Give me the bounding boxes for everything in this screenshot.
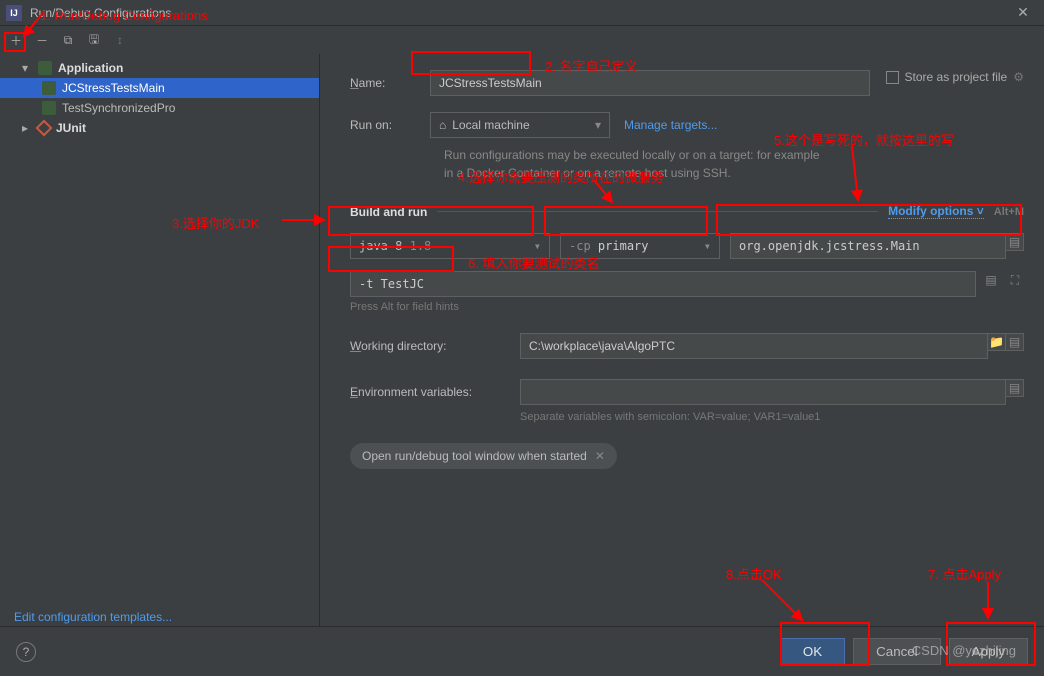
build-run-header: Build and run Modify options ˅ Alt+M — [350, 204, 1024, 219]
sort-icon[interactable]: ↕ — [112, 32, 128, 48]
footer: ? OK Cancel Apply — [0, 626, 1044, 676]
wd-label: Working directory: — [350, 339, 500, 353]
application-icon — [38, 61, 52, 75]
junit-icon — [36, 120, 53, 137]
titlebar: IJ Run/Debug Configurations ✕ — [0, 0, 1044, 26]
window-title: Run/Debug Configurations — [30, 6, 1008, 20]
close-icon[interactable]: ✕ — [595, 449, 605, 463]
ok-button[interactable]: OK — [780, 638, 845, 665]
folder-icon[interactable]: 📁 — [988, 333, 1006, 351]
name-label: Name: — [350, 76, 430, 90]
classpath-select[interactable]: -cp primary ▾ — [560, 233, 720, 259]
gear-icon[interactable]: ⚙ — [1013, 70, 1024, 84]
close-icon[interactable]: ✕ — [1008, 4, 1038, 21]
cp-prefix: -cp — [569, 239, 591, 253]
modify-options-link[interactable]: Modify options ˅ — [888, 204, 984, 219]
tree-node-junit[interactable]: ▸ JUnit — [0, 118, 319, 138]
manage-targets-link[interactable]: Manage targets... — [624, 118, 717, 132]
name-input[interactable] — [430, 70, 870, 96]
tree-label: TestSynchronizedPro — [62, 101, 175, 115]
chevron-right-icon: ▸ — [22, 121, 32, 135]
home-icon: ⌂ — [439, 118, 446, 132]
runon-select[interactable]: ⌂ Local machine ▾ — [430, 112, 610, 138]
section-title: Build and run — [350, 205, 427, 219]
list-icon[interactable]: ▤ — [1006, 379, 1024, 397]
chevron-down-icon: ▾ — [704, 239, 711, 253]
store-label: Store as project file — [905, 70, 1008, 84]
jdk-select[interactable]: java 8 1.8 ▾ — [350, 233, 550, 259]
edit-templates-link[interactable]: Edit configuration templates... — [14, 610, 172, 624]
app-logo: IJ — [6, 5, 22, 21]
tree-node-testsync[interactable]: TestSynchronizedPro — [0, 98, 319, 118]
runon-info: Run configurations may be executed local… — [444, 146, 824, 182]
tree-label: Application — [58, 61, 123, 75]
env-input[interactable] — [520, 379, 1006, 405]
env-label: Environment variables: — [350, 385, 500, 399]
chevron-down-icon: ▾ — [595, 118, 601, 132]
content: ▾ Application JCStressTestsMain TestSync… — [0, 54, 1044, 626]
tree-label: JUnit — [56, 121, 86, 135]
chevron-down-icon: ▾ — [22, 61, 32, 75]
remove-icon[interactable]: － — [34, 32, 50, 48]
application-icon — [42, 101, 56, 115]
modify-shortcut: Alt+M — [994, 206, 1024, 218]
application-icon — [42, 81, 56, 95]
list-icon[interactable]: ▤ — [1006, 233, 1024, 251]
open-tool-window-option[interactable]: Open run/debug tool window when started … — [350, 443, 617, 469]
tree-node-application[interactable]: ▾ Application — [0, 58, 319, 78]
apply-button[interactable]: Apply — [949, 638, 1028, 665]
sidebar: ▾ Application JCStressTestsMain TestSync… — [0, 54, 320, 626]
list-icon[interactable]: ▤ — [982, 271, 1000, 289]
expand-icon[interactable]: ⛶ — [1006, 271, 1024, 289]
chevron-down-icon: ▾ — [534, 239, 541, 253]
jdk-value: java 8 — [359, 239, 402, 253]
save-icon[interactable]: 🖫 — [86, 32, 102, 48]
copy-icon[interactable]: ⧉ — [60, 32, 76, 48]
cp-value: primary — [598, 239, 649, 253]
pill-label: Open run/debug tool window when started — [362, 449, 587, 463]
store-as-project-file[interactable]: Store as project file ⚙ — [886, 70, 1024, 84]
tree-label: JCStressTestsMain — [62, 81, 165, 95]
runon-value: Local machine — [452, 118, 529, 132]
list-icon[interactable]: ▤ — [1006, 333, 1024, 351]
toolbar: ＋ － ⧉ 🖫 ↕ — [0, 26, 1044, 54]
working-dir-input[interactable] — [520, 333, 988, 359]
tree-node-jcstress[interactable]: JCStressTestsMain — [0, 78, 319, 98]
add-icon[interactable]: ＋ — [8, 32, 24, 48]
main-class-input[interactable] — [730, 233, 1006, 259]
jdk-version: 1.8 — [410, 239, 432, 253]
form-panel: Store as project file ⚙ Name: Run on: ⌂ … — [320, 54, 1044, 626]
env-hint: Separate variables with semicolon: VAR=v… — [520, 411, 1024, 423]
help-button[interactable]: ? — [16, 642, 36, 662]
field-hints: Press Alt for field hints — [350, 301, 1024, 313]
runon-label: Run on: — [350, 118, 430, 132]
config-tree: ▾ Application JCStressTestsMain TestSync… — [0, 54, 319, 626]
checkbox-icon[interactable] — [886, 71, 899, 84]
cancel-button[interactable]: Cancel — [853, 638, 941, 665]
program-args-input[interactable] — [350, 271, 976, 297]
